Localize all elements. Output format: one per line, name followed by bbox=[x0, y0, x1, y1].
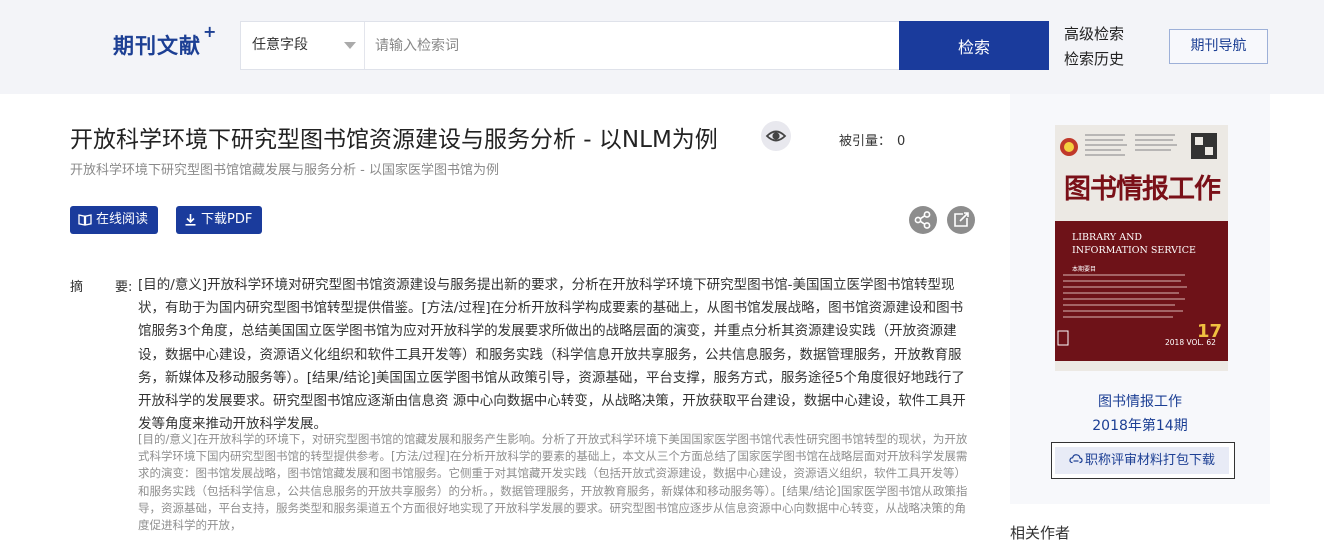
cover-section-label: 本期要目 bbox=[1072, 266, 1097, 273]
read-online-label: 在线阅读 bbox=[96, 212, 149, 227]
logo-text: 期刊文献 bbox=[113, 34, 201, 58]
book-icon bbox=[78, 214, 92, 226]
logo-plus: + bbox=[203, 22, 218, 41]
share-icon[interactable] bbox=[909, 206, 937, 234]
journal-cover[interactable]: 图书情报工作 LIBRARY AND INFORMATION SERVICE 本… bbox=[1055, 125, 1228, 371]
read-online-button[interactable]: 在线阅读 bbox=[70, 206, 159, 234]
abstract-chinese: [目的/意义]开放科学环境对研究型图书馆资源建设与服务提出新的要求，分析在开放科… bbox=[138, 277, 966, 433]
cloud-download-icon bbox=[1069, 454, 1083, 464]
site-logo[interactable]: 期刊文献+ bbox=[113, 22, 217, 60]
search-history-link[interactable]: 检索历史 bbox=[1064, 47, 1124, 72]
abstract-translated: [目的/意义]在开放科学的环境下，对研究型图书馆的馆藏发展和服务产生影响。分析了… bbox=[138, 432, 968, 533]
cover-title-en-2: INFORMATION SERVICE bbox=[1072, 245, 1196, 256]
search-links: 高级检索 检索历史 bbox=[1064, 22, 1124, 72]
download-pdf-button[interactable]: 下载PDF bbox=[176, 206, 263, 234]
cited-value: 0 bbox=[897, 134, 906, 149]
cited-label: 被引量： bbox=[839, 134, 892, 149]
search-button[interactable]: 检索 bbox=[899, 21, 1049, 70]
related-authors-heading: 相关作者 bbox=[1010, 524, 1071, 542]
field-select-value: 任意字段 bbox=[252, 37, 308, 53]
package-download-inner: 职称评审材料打包下载 bbox=[1055, 447, 1229, 474]
article-subtitle: 开放科学环境下研究型图书馆馆藏发展与服务分析 - 以国家医学图书馆为例 bbox=[70, 163, 499, 178]
package-download-button[interactable]: 职称评审材料打包下载 bbox=[1051, 442, 1235, 479]
external-link-icon[interactable] bbox=[947, 206, 975, 234]
abstract-label-2: 要: bbox=[115, 280, 133, 295]
download-icon bbox=[185, 214, 196, 226]
cover-year-vol: 2018 VOL. 62 bbox=[1165, 338, 1216, 347]
search-input[interactable] bbox=[365, 22, 899, 69]
journal-nav-button[interactable]: 期刊导航 bbox=[1169, 29, 1268, 64]
cover-title-cn: 图书情报工作 bbox=[1064, 174, 1221, 205]
abstract-label: 摘 要: bbox=[70, 276, 136, 295]
chevron-down-icon bbox=[344, 42, 356, 49]
package-download-label: 职称评审材料打包下载 bbox=[1084, 453, 1215, 468]
cover-title-en-1: LIBRARY AND bbox=[1072, 232, 1142, 243]
journal-name-link[interactable]: 图书情报工作 bbox=[1010, 391, 1270, 411]
journal-issue-link[interactable]: 2018年第14期 bbox=[1010, 415, 1270, 435]
article-title: 开放科学环境下研究型图书馆资源建设与服务分析 - 以NLM为例 bbox=[70, 127, 718, 153]
eye-icon[interactable] bbox=[761, 121, 791, 151]
cited-count: 被引量： 0 bbox=[839, 130, 905, 149]
download-pdf-label: 下载PDF bbox=[201, 212, 253, 227]
advanced-search-link[interactable]: 高级检索 bbox=[1064, 22, 1124, 47]
field-select[interactable]: 任意字段 bbox=[241, 22, 365, 69]
top-header: 期刊文献+ 任意字段 检索 高级检索 检索历史 期刊导航 bbox=[0, 0, 1324, 94]
abstract-label-1: 摘 bbox=[70, 280, 84, 295]
